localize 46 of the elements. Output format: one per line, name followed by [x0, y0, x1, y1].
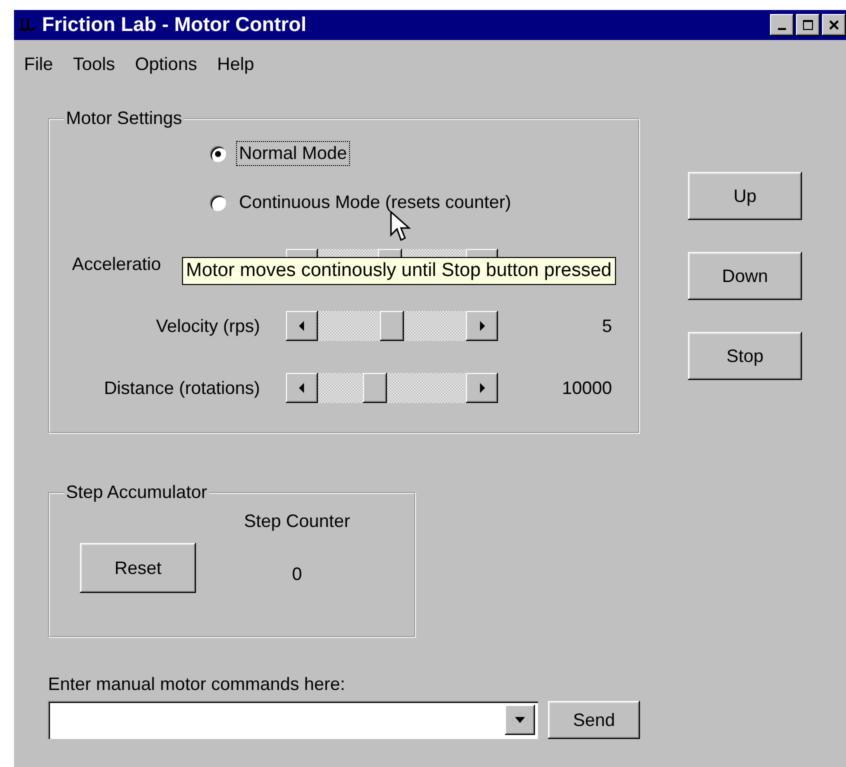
- right-arrow-icon: [478, 320, 486, 332]
- group-title: Step Accumulator: [65, 482, 208, 503]
- slider-label: Acceleratio: [72, 254, 162, 274]
- slider-thumb[interactable]: [380, 311, 404, 341]
- slider-label: Distance (rotations): [104, 378, 260, 398]
- menu-item[interactable]: Tools: [71, 54, 118, 82]
- down-arrow-icon: [514, 716, 526, 724]
- motor-button[interactable]: Down: [688, 252, 802, 300]
- menu-item[interactable]: Help: [215, 54, 256, 82]
- slider-value: 5: [602, 316, 612, 336]
- scroll-right-button[interactable]: [466, 311, 498, 341]
- radio-label[interactable]: Normal Mode: [236, 141, 350, 166]
- scroll-left-button[interactable]: [286, 311, 318, 341]
- mouse-pointer-icon: [390, 211, 412, 243]
- slider-thumb[interactable]: [362, 373, 387, 403]
- minimize-icon: [778, 28, 786, 30]
- motor-button[interactable]: Up: [688, 172, 802, 220]
- motor-button[interactable]: Stop: [688, 332, 802, 380]
- tooltip: Motor moves continously until Stop button pressed: [182, 257, 616, 285]
- radio-button[interactable]: [210, 194, 226, 210]
- close-icon: [828, 19, 840, 31]
- radio-label[interactable]: Continuous Mode (resets counter): [236, 190, 514, 215]
- counter-value: 0: [292, 564, 302, 585]
- minimize-button[interactable]: [770, 14, 794, 36]
- slider-value: 10000: [562, 378, 612, 398]
- left-arrow-icon: [298, 382, 306, 394]
- app-icon: [18, 17, 38, 33]
- send-button[interactable]: Send: [548, 701, 640, 739]
- command-field[interactable]: [48, 701, 538, 739]
- menu-item[interactable]: File: [22, 54, 56, 82]
- radio-button[interactable]: [210, 146, 226, 162]
- close-button[interactable]: [822, 14, 846, 36]
- dropdown-button[interactable]: [505, 705, 535, 735]
- reset-button[interactable]: Reset: [80, 543, 196, 593]
- counter-label: Step Counter: [244, 511, 350, 532]
- scroll-left-button[interactable]: [286, 373, 318, 403]
- slider-label: Velocity (rps): [156, 316, 260, 336]
- maximize-icon: [802, 19, 814, 31]
- menu-item[interactable]: Options: [133, 54, 200, 82]
- maximize-button[interactable]: [796, 14, 820, 36]
- right-arrow-icon: [478, 382, 486, 394]
- window-title: Friction Lab - Motor Control: [42, 14, 306, 36]
- command-label: Enter manual motor commands here:: [48, 674, 346, 695]
- scroll-right-button[interactable]: [466, 373, 498, 403]
- left-arrow-icon: [298, 320, 306, 332]
- group-title: Motor Settings: [65, 108, 184, 129]
